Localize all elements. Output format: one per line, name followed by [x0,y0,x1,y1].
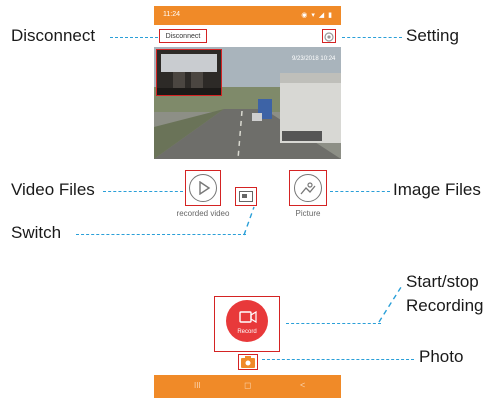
leader-setting [342,37,402,38]
status-bar: 11:24 ◉ ▾ ◢ ▮ [154,6,341,25]
picture-label: Picture [295,209,321,218]
callout-video-files: Video Files [11,180,95,199]
disconnect-button[interactable]: Disconnect [159,29,207,43]
status-icons: ◉ ▾ ◢ ▮ [301,12,333,19]
record-button[interactable]: Record [214,296,280,352]
recorded-video-label: recorded video [176,209,230,218]
status-time: 11:24 [163,11,180,18]
nav-recents-button[interactable]: III [194,381,201,390]
car-interior-image [157,50,221,95]
recorded-video-button[interactable] [185,170,221,206]
setting-button[interactable] [322,29,336,43]
phone-screen: 11:24 ◉ ▾ ◢ ▮ Disconnect 9/23/2018 10:24 [154,6,341,398]
image-icon [300,182,316,195]
camera-icon [241,356,255,368]
callout-photo: Photo [419,347,464,366]
live-video-preview: 9/23/2018 10:24 [154,47,341,159]
camcorder-icon [239,311,257,323]
callout-disconnect: Disconnect [11,26,96,45]
photo-button[interactable] [238,354,258,370]
callout-start-stop: Start/stop [406,272,479,291]
record-label: Record [237,329,257,335]
callout-image-files: Image Files [393,180,481,199]
picture-button[interactable] [289,170,327,206]
leader-video-files [103,191,183,192]
leader-photo [262,359,414,360]
leader-record [286,323,381,324]
record-circle: Record [226,300,268,342]
video-timestamp: 9/23/2018 10:24 [292,56,336,62]
callout-switch: Switch [11,223,62,242]
nav-home-button[interactable]: ◻ [244,380,251,391]
switch-button[interactable] [235,187,257,206]
leader-disconnect [110,37,158,38]
nav-back-button[interactable]: < [300,380,305,390]
switch-view-thumbnail[interactable] [156,49,222,96]
play-circle [189,174,217,202]
callout-recording: Recording [406,296,484,315]
callout-setting: Setting [406,26,459,45]
switch-icon [239,191,253,202]
leader-image-files [330,191,390,192]
leader-record-diagonal [378,283,404,323]
leader-switch [76,234,246,235]
top-bar: Disconnect [154,25,341,47]
navigation-bar: III ◻ < [154,375,341,398]
image-circle [294,174,322,202]
gear-icon [324,32,334,42]
leader-switch-diagonal [243,206,255,236]
play-icon [199,181,211,195]
